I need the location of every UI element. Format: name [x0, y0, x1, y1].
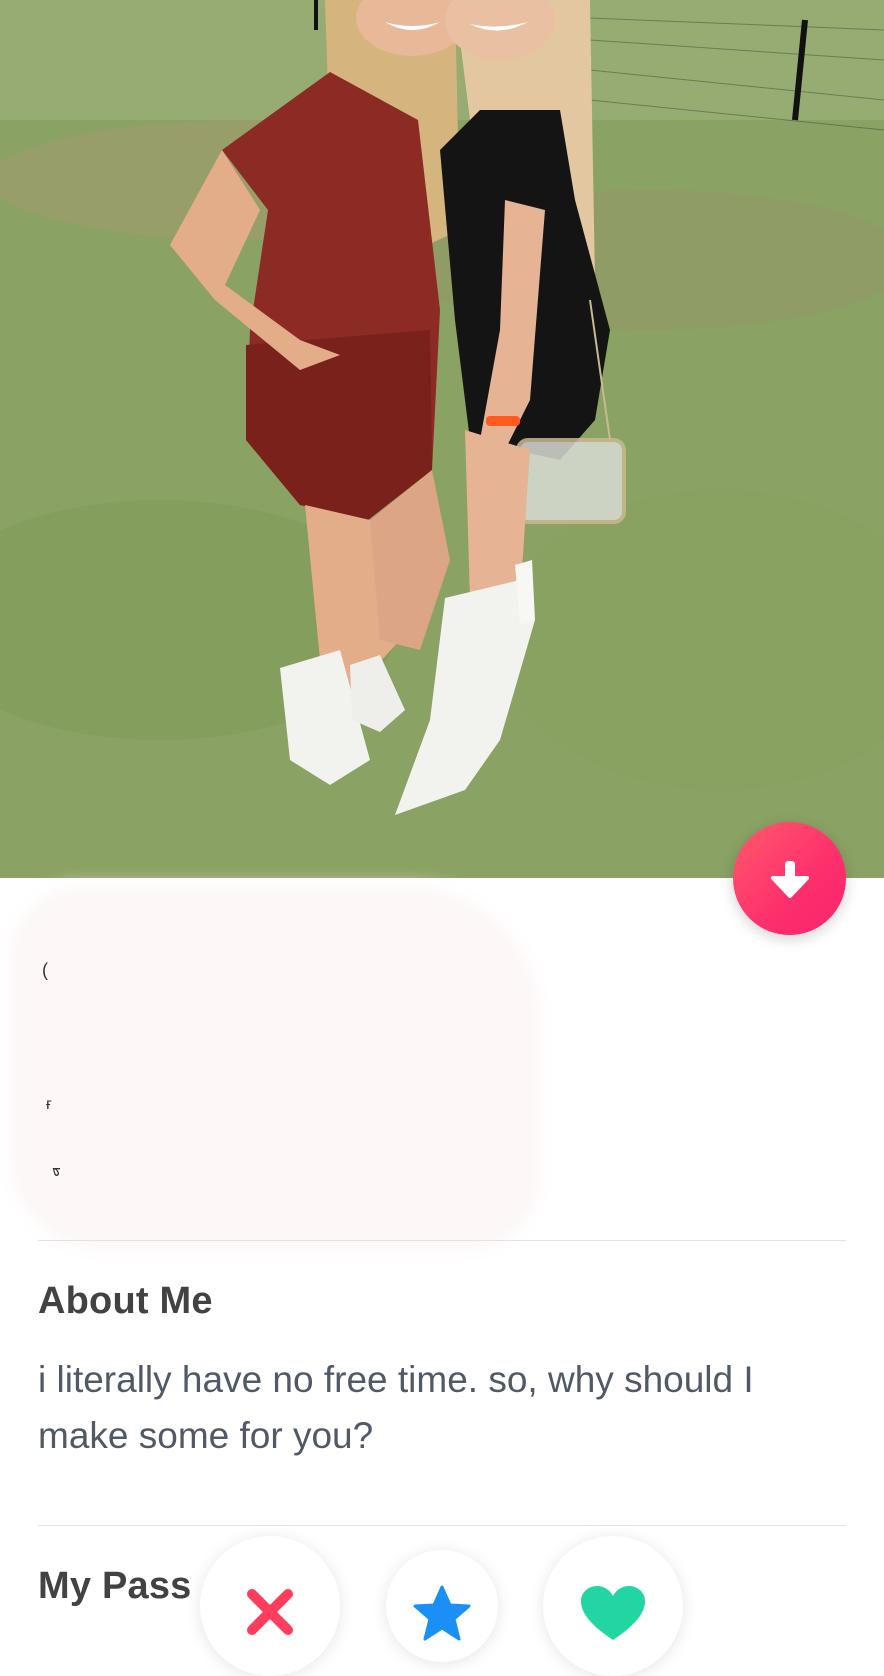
nope-button[interactable] — [200, 1536, 340, 1676]
section-divider — [38, 1525, 846, 1526]
redaction-remnant: ( — [42, 960, 48, 980]
profile-photo[interactable] — [0, 0, 884, 878]
x-icon — [247, 1589, 293, 1635]
super-like-button[interactable] — [386, 1550, 498, 1662]
about-me-text: i literally have no free time. so, why s… — [38, 1359, 754, 1456]
arrow-down-icon — [770, 860, 809, 898]
like-button[interactable] — [543, 1536, 683, 1676]
star-icon — [413, 1585, 471, 1641]
heart-icon — [581, 1586, 645, 1640]
about-me-heading: About Me — [38, 1280, 213, 1322]
action-bar — [0, 1530, 884, 1676]
photo-scene — [0, 0, 884, 878]
collapse-profile-button[interactable] — [733, 822, 846, 935]
section-divider — [38, 1240, 846, 1241]
redaction-remnant: ᢐ — [52, 1162, 61, 1179]
redacted-info-block: ( ғ ᢐ — [22, 898, 528, 1238]
redaction-remnant: ғ — [46, 1096, 52, 1113]
